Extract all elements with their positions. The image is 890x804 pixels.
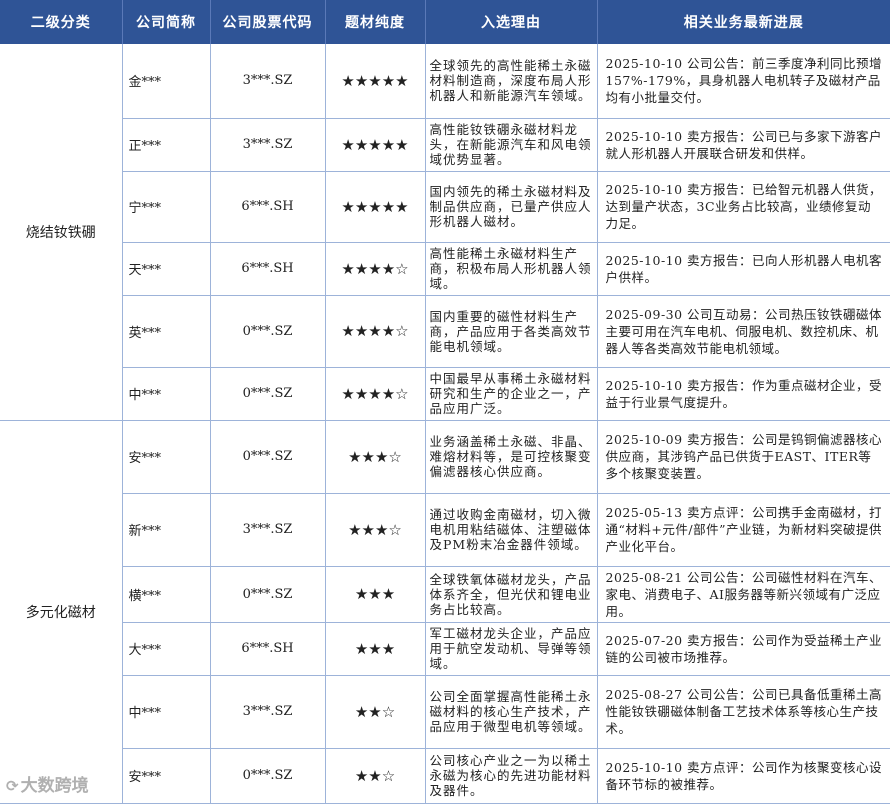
purity-stars-cell: ★★★☆ xyxy=(325,420,426,494)
stock-code-cell: 6***.SH xyxy=(210,242,326,296)
reason-cell: 公司核心产业之一为以稀土永磁为核心的先进功能材料及器件。 xyxy=(425,748,598,804)
table-row: 正*** 3***.SZ ★★★★★ 高性能钕铁硼永磁材料龙头，在新能源汽车和风电领域… xyxy=(0,118,890,172)
progress-cell: 2025-08-27 公司公告：公司已具备低重稀土高性能钕铁硼磁体制备工艺技术体… xyxy=(597,675,890,749)
reason-cell: 业务涵盖稀土永磁、非晶、难熔材料等，是可控核聚变偏滤器核心供应商。 xyxy=(425,420,598,494)
stock-code-cell: 0***.SZ xyxy=(210,420,326,494)
stock-code-cell: 3***.SZ xyxy=(210,675,326,749)
company-name-cell: 安*** xyxy=(122,748,211,804)
header-company: 公司简称 xyxy=(122,0,211,44)
progress-cell: 2025-10-10 卖方报告：公司已与多家下游客户就人形机器人开展联合研发和供… xyxy=(597,118,890,172)
progress-cell: 2025-09-30 公司互动易：公司热压钕铁硼磁体主要可用在汽车电机、伺服电机… xyxy=(597,295,890,368)
watermark: ⟳ 大数跨境 xyxy=(6,771,89,796)
stock-code-cell: 0***.SZ xyxy=(210,295,326,368)
header-row: 二级分类 公司简称 公司股票代码 题材纯度 入选理由 相关业务最新进展 xyxy=(0,0,890,44)
company-name-cell: 英*** xyxy=(122,295,211,368)
stock-table: 二级分类 公司简称 公司股票代码 题材纯度 入选理由 相关业务最新进展 烧结钕铁… xyxy=(0,0,890,804)
purity-stars-cell: ★★★★★ xyxy=(325,44,426,119)
table-row: 中*** 0***.SZ ★★★★☆ 中国最早从事稀土永磁材料研究和生产的企业之一，产… xyxy=(0,367,890,421)
progress-cell: 2025-10-10 卖方点评：公司作为核聚变核心设备环节标的被推荐。 xyxy=(597,748,890,804)
company-name-cell: 正*** xyxy=(122,118,211,172)
header-category: 二级分类 xyxy=(0,0,123,44)
stock-code-cell: 0***.SZ xyxy=(210,566,326,623)
progress-cell: 2025-10-10 卖方报告：已给智元机器人供货，达到量产状态，3C业务占比较… xyxy=(597,171,890,243)
company-name-cell: 横*** xyxy=(122,566,211,623)
company-name-cell: 新*** xyxy=(122,493,211,567)
stock-code-cell: 0***.SZ xyxy=(210,748,326,804)
table-row: 大*** 6***.SH ★★★ 军工磁材龙头企业，产品应用于航空发动机、导弹等领域。… xyxy=(0,622,890,676)
table-row: 安*** 0***.SZ ★★☆ 公司核心产业之一为以稀土永磁为核心的先进功能材料及器… xyxy=(0,748,890,804)
company-name-cell: 宁*** xyxy=(122,171,211,243)
category-cell: 烧结钕铁硼 xyxy=(0,44,123,421)
table-row: 天*** 6***.SH ★★★★☆ 高性能稀土永磁材料生产商，积极布局人形机器人领域… xyxy=(0,242,890,296)
stock-code-cell: 0***.SZ xyxy=(210,367,326,421)
reason-cell: 国内领先的稀土永磁材料及制品供应商，已量产供应人形机器人磁材。 xyxy=(425,171,598,243)
progress-cell: 2025-10-10 卖方报告：作为重点磁材企业，受益于行业景气度提升。 xyxy=(597,367,890,421)
stock-code-cell: 3***.SZ xyxy=(210,493,326,567)
company-name-cell: 安*** xyxy=(122,420,211,494)
table-row: 英*** 0***.SZ ★★★★☆ 国内重要的磁性材料生产商，产品应用于各类高效节能… xyxy=(0,295,890,368)
reason-cell: 中国最早从事稀土永磁材料研究和生产的企业之一，产品应用广泛。 xyxy=(425,367,598,421)
purity-stars-cell: ★★☆ xyxy=(325,675,426,749)
header-reason: 入选理由 xyxy=(425,0,598,44)
page: 二级分类 公司简称 公司股票代码 题材纯度 入选理由 相关业务最新进展 烧结钕铁… xyxy=(0,0,890,804)
company-name-cell: 中*** xyxy=(122,367,211,421)
progress-cell: 2025-05-13 卖方点评：公司携手金南磁材，打通“材料+元件/部件”产业链… xyxy=(597,493,890,567)
company-name-cell: 金*** xyxy=(122,44,211,119)
progress-cell: 2025-08-21 公司公告：公司磁性材料在汽车、家电、消费电子、AI服务器等… xyxy=(597,566,890,623)
purity-stars-cell: ★★★★☆ xyxy=(325,295,426,368)
table-row: 中*** 3***.SZ ★★☆ 公司全面掌握高性能稀土永磁材料的核心生产技术，产品应… xyxy=(0,675,890,749)
reason-cell: 全球铁氧体磁材龙头，产品体系齐全，但光伏和锂电业务占比较高。 xyxy=(425,566,598,623)
stock-code-cell: 6***.SH xyxy=(210,171,326,243)
table-row: 多元化磁材 安*** 0***.SZ ★★★☆ 业务涵盖稀土永磁、非晶、难熔材料等，是可… xyxy=(0,420,890,804)
table-row: 横*** 0***.SZ ★★★ 全球铁氧体磁材龙头，产品体系齐全，但光伏和锂电业务占… xyxy=(0,566,890,623)
stock-code-cell: 6***.SH xyxy=(210,622,326,676)
progress-cell: 2025-10-09 卖方报告：公司是钨铜偏滤器核心供应商，其涉钨产品已供货于E… xyxy=(597,420,890,494)
reason-cell: 高性能钕铁硼永磁材料龙头，在新能源汽车和风电领域优势显著。 xyxy=(425,118,598,172)
purity-stars-cell: ★★★☆ xyxy=(325,493,426,567)
purity-stars-cell: ★★★★☆ xyxy=(325,367,426,421)
purity-stars-cell: ★★★ xyxy=(325,566,426,623)
reason-cell: 高性能稀土永磁材料生产商，积极布局人形机器人领域。 xyxy=(425,242,598,296)
header-code: 公司股票代码 xyxy=(210,0,326,44)
reason-cell: 公司全面掌握高性能稀土永磁材料的核心生产技术，产品应用于微型电机等领域。 xyxy=(425,675,598,749)
reason-cell: 军工磁材龙头企业，产品应用于航空发动机、导弹等领域。 xyxy=(425,622,598,676)
purity-stars-cell: ★★★★☆ xyxy=(325,242,426,296)
purity-stars-cell: ★★★ xyxy=(325,622,426,676)
progress-cell: 2025-07-20 卖方报告：公司作为受益稀土产业链的公司被市场推荐。 xyxy=(597,622,890,676)
company-name-cell: 中*** xyxy=(122,675,211,749)
category-cell: 多元化磁材 xyxy=(0,420,123,804)
stock-code-cell: 3***.SZ xyxy=(210,44,326,119)
header-progress: 相关业务最新进展 xyxy=(597,0,890,44)
purity-stars-cell: ★★★★★ xyxy=(325,118,426,172)
purity-stars-cell: ★★☆ xyxy=(325,748,426,804)
stock-code-cell: 3***.SZ xyxy=(210,118,326,172)
watermark-text: 大数跨境 xyxy=(20,776,89,796)
progress-cell: 2025-10-10 公司公告：前三季度净利同比预增157%-179%，具身机器… xyxy=(597,44,890,119)
table-row: 新*** 3***.SZ ★★★☆ 通过收购金南磁材，切入微电机用粘结磁体、注塑磁体及… xyxy=(0,493,890,567)
reason-cell: 通过收购金南磁材，切入微电机用粘结磁体、注塑磁体及PM粉末冶金器件领域。 xyxy=(425,493,598,567)
table-row: 宁*** 6***.SH ★★★★★ 国内领先的稀土永磁材料及制品供应商，已量产供应人… xyxy=(0,171,890,243)
reason-cell: 国内重要的磁性材料生产商，产品应用于各类高效节能电机领域。 xyxy=(425,295,598,368)
purity-stars-cell: ★★★★★ xyxy=(325,171,426,243)
watermark-logo-icon: ⟳ xyxy=(6,777,19,795)
table-row: 烧结钕铁硼 金*** 3***.SZ ★★★★★ 全球领先的高性能稀土永磁材料制造商，深… xyxy=(0,44,890,421)
company-name-cell: 大*** xyxy=(122,622,211,676)
header-purity: 题材纯度 xyxy=(325,0,426,44)
reason-cell: 全球领先的高性能稀土永磁材料制造商，深度布局人形机器人和新能源汽车领域。 xyxy=(425,44,598,119)
company-name-cell: 天*** xyxy=(122,242,211,296)
progress-cell: 2025-10-10 卖方报告：已向人形机器人电机客户供样。 xyxy=(597,242,890,296)
